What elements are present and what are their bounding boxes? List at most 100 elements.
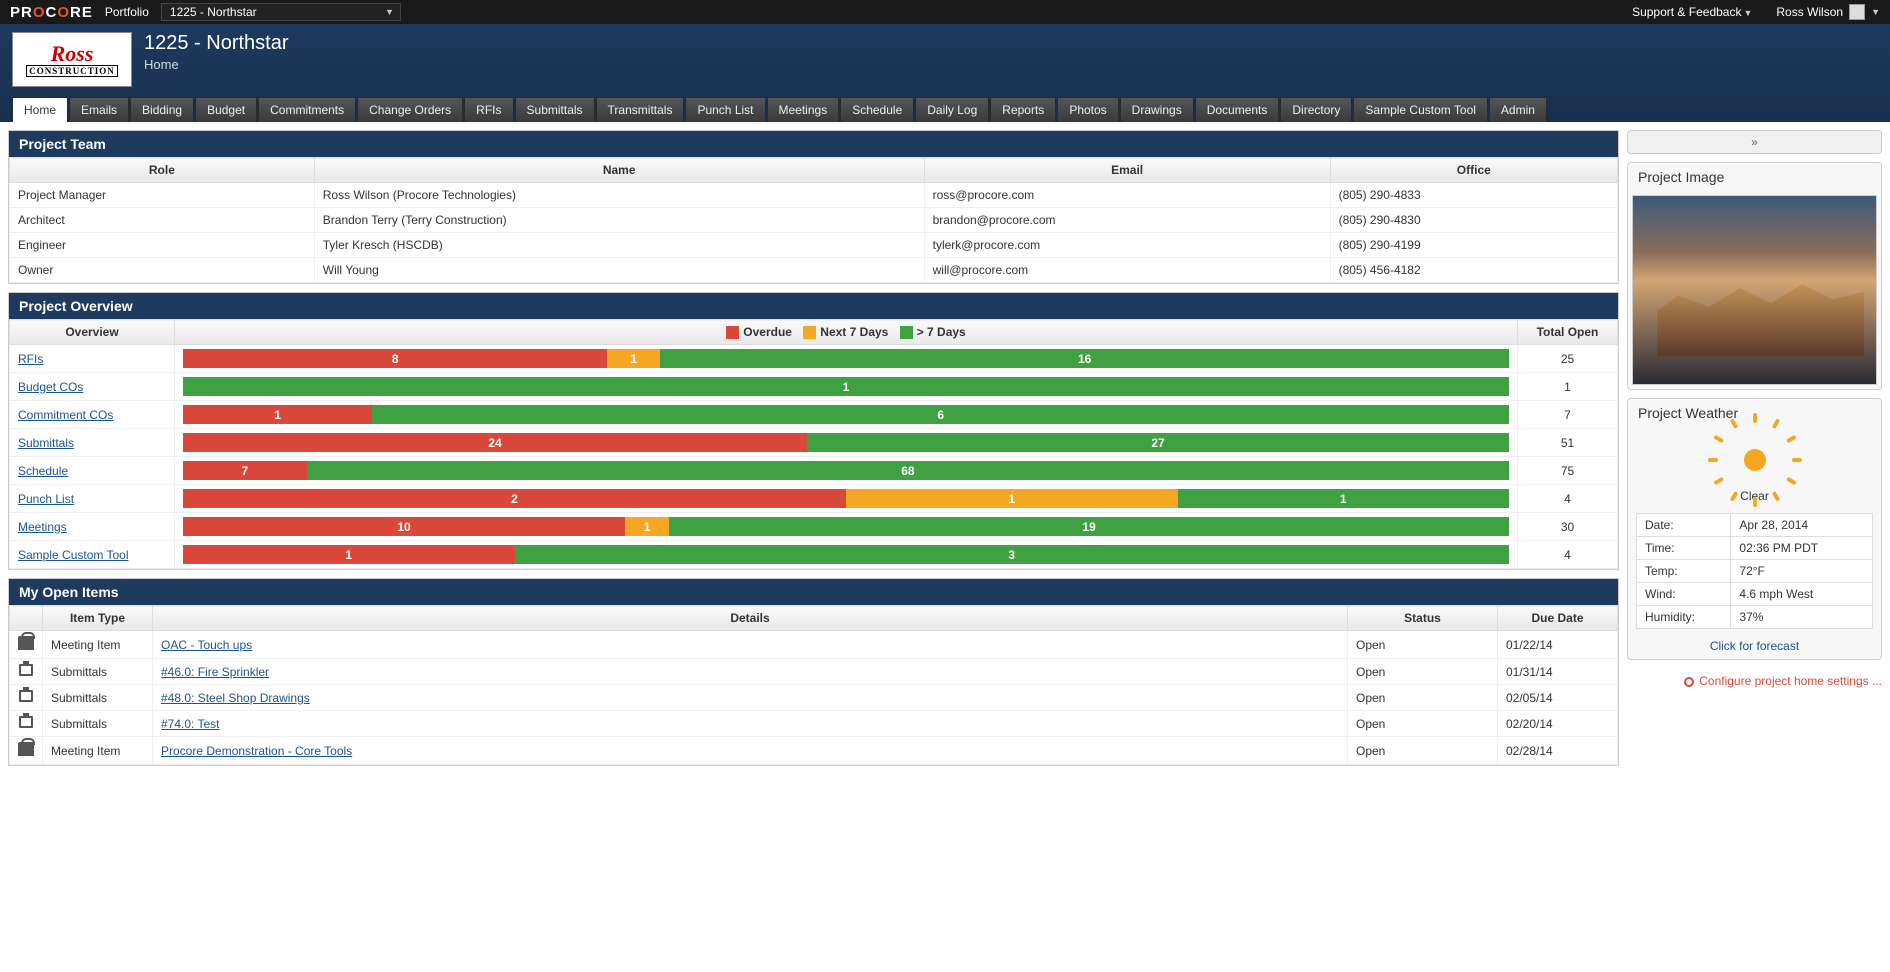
overview-link[interactable]: Schedule — [18, 464, 68, 478]
open-item-row: Submittals#46.0: Fire SprinklerOpen01/31… — [10, 659, 1618, 685]
user-menu-chevron-icon[interactable]: ▼ — [1871, 7, 1880, 17]
tab-home[interactable]: Home — [12, 97, 68, 122]
overview-link[interactable]: Commitment COs — [18, 408, 113, 422]
table-row: Project ManagerRoss Wilson (Procore Tech… — [10, 183, 1618, 208]
weather-sun-icon — [1628, 427, 1881, 489]
status-bar: 768 — [183, 461, 1509, 480]
overview-link[interactable]: Submittals — [18, 436, 74, 450]
forecast-link[interactable]: Click for forecast — [1628, 633, 1881, 659]
overview-row: Schedule76875 — [10, 457, 1618, 485]
open-items-header: My Open Items — [9, 579, 1618, 605]
tab-change-orders[interactable]: Change Orders — [357, 97, 463, 122]
legend-next7-icon — [803, 326, 816, 339]
main-tabs: HomeEmailsBiddingBudgetCommitmentsChange… — [12, 97, 1878, 122]
open-items-panel: My Open Items Item TypeDetailsStatusDue … — [8, 578, 1619, 766]
overview-row: Budget COs11 — [10, 373, 1618, 401]
tab-rfis[interactable]: RFIs — [464, 97, 513, 122]
project-overview-table: Overview Overdue Next 7 Days > 7 Days — [9, 319, 1618, 569]
project-team-header: Project Team — [9, 131, 1618, 157]
table-row: OwnerWill Youngwill@procore.com(805) 456… — [10, 258, 1618, 283]
open-item-row: Submittals#48.0: Steel Shop DrawingsOpen… — [10, 685, 1618, 711]
tab-daily-log[interactable]: Daily Log — [915, 97, 989, 122]
table-row: ArchitectBrandon Terry (Terry Constructi… — [10, 208, 1618, 233]
tab-reports[interactable]: Reports — [990, 97, 1056, 122]
overview-row: Sample Custom Tool134 — [10, 541, 1618, 569]
status-bar: 13 — [183, 545, 1509, 564]
submittal-icon — [19, 690, 33, 702]
page-title: 1225 - Northstar — [144, 32, 289, 55]
table-row: EngineerTyler Kresch (HSCDB)tylerk@proco… — [10, 233, 1618, 258]
status-bar: 16 — [183, 405, 1509, 424]
project-image[interactable] — [1632, 195, 1877, 385]
project-overview-header: Project Overview — [9, 293, 1618, 319]
overview-link[interactable]: Punch List — [18, 492, 74, 506]
tab-emails[interactable]: Emails — [69, 97, 129, 122]
portfolio-link[interactable]: Portfolio — [93, 5, 161, 19]
project-weather-panel: Project Weather Clear Date:Apr 28, 2014T… — [1627, 398, 1882, 660]
overview-row: Meetings1011930 — [10, 513, 1618, 541]
project-team-table: RoleNameEmailOffice Project ManagerRoss … — [9, 157, 1618, 283]
tab-submittals[interactable]: Submittals — [515, 97, 595, 122]
user-menu[interactable]: Ross Wilson — [1764, 5, 1845, 19]
project-image-header: Project Image — [1628, 163, 1881, 191]
topbar: PROCORE Portfolio 1225 - Northstar Suppo… — [0, 0, 1890, 24]
tab-sample-custom-tool[interactable]: Sample Custom Tool — [1353, 97, 1488, 122]
overview-link[interactable]: Meetings — [18, 520, 67, 534]
open-item-row: Meeting ItemOAC - Touch upsOpen01/22/14 — [10, 631, 1618, 659]
project-header: Ross CONSTRUCTION 1225 - Northstar Home … — [0, 24, 1890, 122]
tab-directory[interactable]: Directory — [1280, 97, 1352, 122]
submittal-icon — [19, 716, 33, 728]
meeting-icon — [18, 636, 34, 650]
sidebar-collapse-button[interactable]: » — [1627, 130, 1882, 154]
status-bar: 10119 — [183, 517, 1509, 536]
tab-schedule[interactable]: Schedule — [840, 97, 914, 122]
app-logo: PROCORE — [10, 4, 93, 21]
project-selector[interactable]: 1225 - Northstar — [161, 3, 401, 21]
overview-link[interactable]: Sample Custom Tool — [18, 548, 129, 562]
meeting-icon — [18, 742, 34, 756]
overview-row: Punch List2114 — [10, 485, 1618, 513]
project-image-panel: Project Image — [1627, 162, 1882, 390]
status-bar: 211 — [183, 489, 1509, 508]
open-item-row: Submittals#74.0: TestOpen02/20/14 — [10, 711, 1618, 737]
submittal-icon — [19, 664, 33, 676]
project-selector-value: 1225 - Northstar — [170, 5, 257, 19]
gear-icon — [1684, 677, 1694, 687]
overview-link[interactable]: Budget COs — [18, 380, 83, 394]
tab-photos[interactable]: Photos — [1057, 97, 1118, 122]
total-open-col: Total Open — [1518, 320, 1618, 345]
configure-home-link[interactable]: Configure project home settings ... — [1627, 668, 1882, 694]
company-logo: Ross CONSTRUCTION — [12, 32, 132, 87]
project-overview-panel: Project Overview Overview Overdue Next 7… — [8, 292, 1619, 570]
status-bar: 2427 — [183, 433, 1509, 452]
tab-budget[interactable]: Budget — [195, 97, 257, 122]
tab-documents[interactable]: Documents — [1195, 97, 1280, 122]
avatar[interactable] — [1849, 4, 1865, 20]
tab-commitments[interactable]: Commitments — [258, 97, 356, 122]
overview-link[interactable]: RFIs — [18, 352, 43, 366]
breadcrumb: Home — [144, 57, 289, 72]
project-team-panel: Project Team RoleNameEmailOffice Project… — [8, 130, 1619, 284]
open-item-row: Meeting ItemProcore Demonstration - Core… — [10, 737, 1618, 765]
overview-row: RFIs811625 — [10, 345, 1618, 373]
status-bar: 8116 — [183, 349, 1509, 368]
tab-drawings[interactable]: Drawings — [1120, 97, 1194, 122]
tab-meetings[interactable]: Meetings — [767, 97, 840, 122]
open-item-link[interactable]: #48.0: Steel Shop Drawings — [161, 691, 310, 705]
tab-bidding[interactable]: Bidding — [130, 97, 194, 122]
support-feedback-menu[interactable]: Support & Feedback▼ — [1620, 5, 1764, 19]
overview-col: Overview — [10, 320, 175, 345]
overview-row: Commitment COs167 — [10, 401, 1618, 429]
legend-overdue-icon — [726, 326, 739, 339]
weather-table: Date:Apr 28, 2014Time:02:36 PM PDTTemp:7… — [1636, 513, 1873, 629]
tab-punch-list[interactable]: Punch List — [685, 97, 765, 122]
open-items-table: Item TypeDetailsStatusDue Date Meeting I… — [9, 605, 1618, 765]
open-item-link[interactable]: #46.0: Fire Sprinkler — [161, 665, 269, 679]
tab-admin[interactable]: Admin — [1489, 97, 1547, 122]
open-item-link[interactable]: Procore Demonstration - Core Tools — [161, 744, 352, 758]
legend-gt7-icon — [900, 326, 913, 339]
open-item-link[interactable]: #74.0: Test — [161, 717, 220, 731]
open-item-link[interactable]: OAC - Touch ups — [161, 638, 252, 652]
overview-legend-col: Overdue Next 7 Days > 7 Days — [175, 320, 1518, 345]
tab-transmittals[interactable]: Transmittals — [596, 97, 685, 122]
